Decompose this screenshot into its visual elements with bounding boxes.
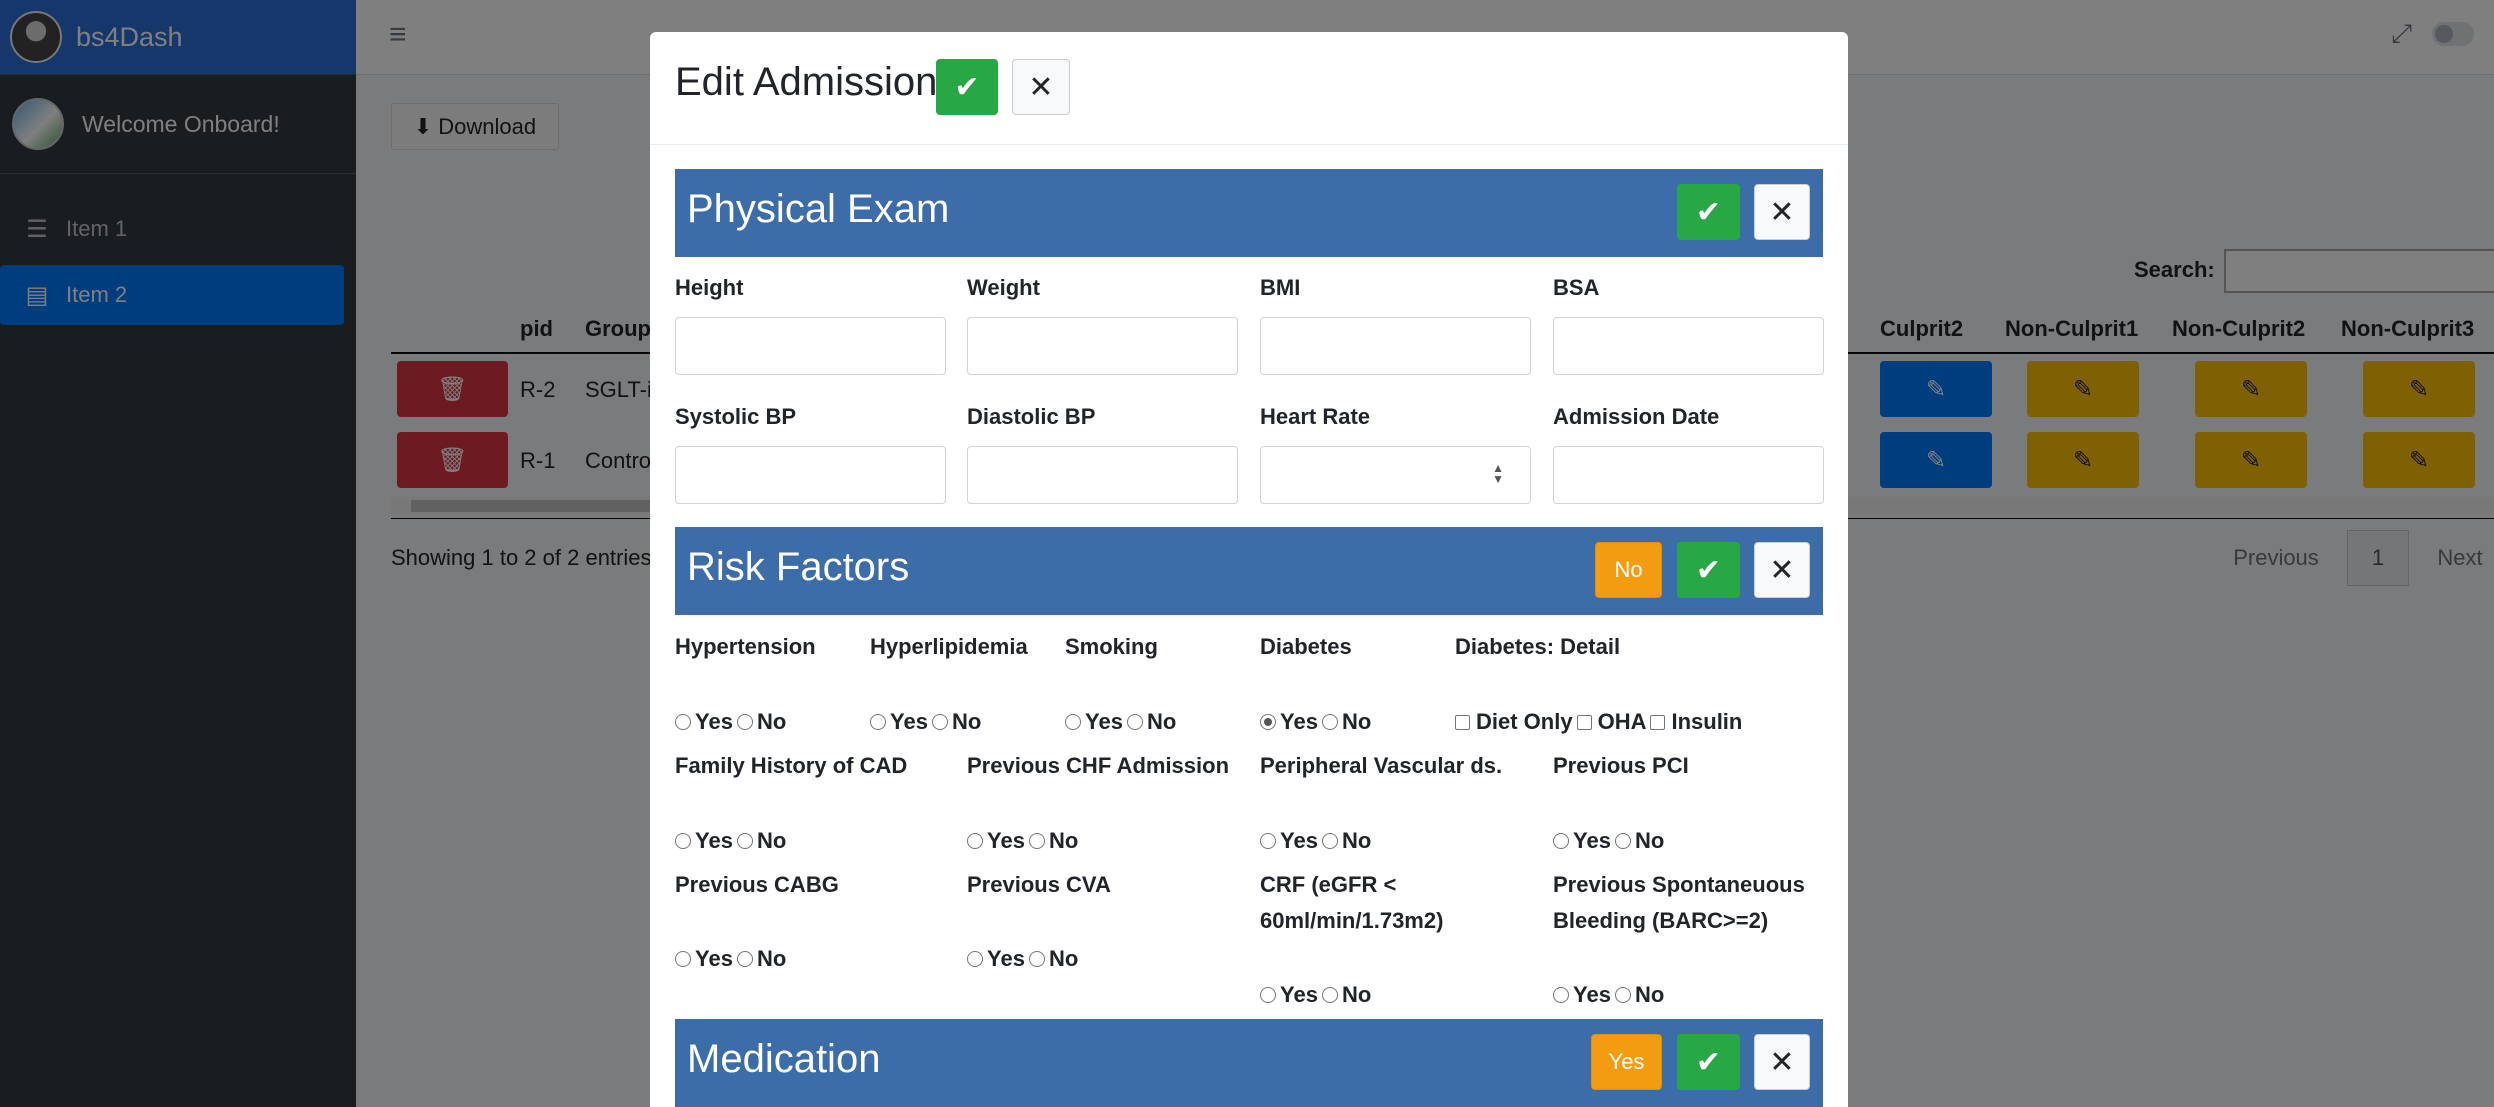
- no-radio[interactable]: [736, 833, 753, 849]
- previous-bleeding-radio-group: Yes No: [1553, 982, 1668, 1008]
- diabetes-detail-label: Diabetes: Detail: [1455, 634, 1621, 659]
- previous-chf-admission-label: Previous CHF Admission: [967, 753, 1230, 778]
- oha-checkbox[interactable]: [1576, 714, 1592, 730]
- save-button[interactable]: ✔: [936, 59, 998, 115]
- smoking-label: Smoking: [1065, 634, 1158, 659]
- yes-radio[interactable]: [675, 833, 691, 849]
- hypertension-radio-group: Yes No: [675, 709, 790, 735]
- no-radio[interactable]: [1614, 833, 1631, 849]
- hyperlipidemia-radio-group: Yes No: [870, 709, 985, 735]
- close-icon: ✕: [1769, 553, 1795, 587]
- previous-cva-label: Previous CVA: [967, 872, 1111, 897]
- yes-radio[interactable]: [1553, 833, 1569, 849]
- height-field[interactable]: [675, 317, 946, 375]
- bmi-label: BMI: [1260, 275, 1301, 300]
- edit-admission-modal: Edit Admission ✔ ✕ Physical Exam ✔ ✕ Hei…: [650, 32, 1848, 1107]
- no-radio[interactable]: [1028, 833, 1045, 849]
- no-radio[interactable]: [1321, 987, 1338, 1003]
- hyperlipidemia-label: Hyperlipidemia: [870, 634, 1028, 659]
- section-title: Medication: [687, 1037, 881, 1081]
- medication-header: Medication Yes ✔ ✕: [675, 1019, 1823, 1107]
- yes-radio[interactable]: [675, 951, 691, 967]
- diastolic-bp-label: Diastolic BP: [967, 404, 1096, 429]
- no-radio[interactable]: [931, 714, 948, 730]
- confirm-button[interactable]: ✔: [1677, 542, 1740, 598]
- no-radio[interactable]: [736, 951, 753, 967]
- yes-radio[interactable]: [1260, 714, 1276, 730]
- yes-radio[interactable]: [1260, 833, 1276, 849]
- bsa-field[interactable]: [1553, 317, 1824, 375]
- medication-toggle-button[interactable]: Yes: [1591, 1034, 1662, 1090]
- systolic-bp-field[interactable]: [675, 446, 946, 504]
- diabetes-detail-checkbox-group: Diet Only OHA Insulin: [1455, 709, 1746, 735]
- clear-button[interactable]: ✕: [1754, 1034, 1810, 1090]
- peripheral-vascular-radio-group: Yes No: [1260, 828, 1375, 854]
- risk-factors-header: Risk Factors No ✔ ✕: [675, 527, 1823, 615]
- clear-button[interactable]: ✕: [1754, 184, 1810, 240]
- diet-only-checkbox[interactable]: [1455, 714, 1470, 730]
- no-radio[interactable]: [736, 714, 753, 730]
- physical-exam-header: Physical Exam ✔ ✕: [675, 169, 1823, 257]
- previous-pci-label: Previous PCI: [1553, 753, 1689, 778]
- family-history-cad-radio-group: Yes No: [675, 828, 790, 854]
- close-button[interactable]: ✕: [1012, 59, 1070, 115]
- bsa-label: BSA: [1553, 275, 1600, 300]
- admission-date-label: Admission Date: [1553, 404, 1720, 429]
- yes-radio[interactable]: [675, 714, 691, 730]
- crf-label-line2: 60ml/min/1.73m2): [1260, 908, 1444, 933]
- section-title: Risk Factors: [687, 545, 910, 589]
- section-title: Physical Exam: [687, 187, 950, 231]
- close-icon: ✕: [1769, 195, 1795, 229]
- weight-field[interactable]: [967, 317, 1238, 375]
- bmi-field[interactable]: [1260, 317, 1531, 375]
- previous-bleeding-label: Previous Spontaneuous: [1553, 872, 1805, 897]
- peripheral-vascular-label: Peripheral Vascular ds.: [1260, 753, 1503, 778]
- yes-radio[interactable]: [1260, 987, 1276, 1003]
- heart-rate-field[interactable]: ▲ ▼: [1260, 446, 1531, 504]
- previous-cabg-label: Previous CABG: [675, 872, 839, 897]
- heart-rate-label: Heart Rate: [1260, 404, 1371, 429]
- yes-radio[interactable]: [870, 714, 886, 730]
- modal-header: Edit Admission ✔ ✕: [650, 32, 1848, 145]
- previous-cva-radio-group: Yes No: [967, 946, 1082, 972]
- weight-label: Weight: [967, 275, 1040, 300]
- diabetes-radio-group: Yes No: [1260, 709, 1375, 735]
- insulin-checkbox[interactable]: [1650, 714, 1666, 730]
- diastolic-bp-field[interactable]: [967, 446, 1238, 504]
- check-icon: ✔: [1695, 195, 1722, 229]
- crf-radio-group: Yes No: [1260, 982, 1375, 1008]
- check-icon: ✔: [954, 70, 980, 104]
- hypertension-label: Hypertension: [675, 634, 816, 659]
- previous-cabg-radio-group: Yes No: [675, 946, 790, 972]
- previous-chf-admission-radio-group: Yes No: [967, 828, 1082, 854]
- risk-factors-toggle-button[interactable]: No: [1595, 542, 1662, 598]
- check-icon: ✔: [1695, 553, 1722, 587]
- yes-radio[interactable]: [967, 833, 983, 849]
- yes-radio[interactable]: [967, 951, 983, 967]
- height-label: Height: [675, 275, 744, 300]
- no-radio[interactable]: [1028, 951, 1045, 967]
- systolic-bp-label: Systolic BP: [675, 404, 797, 429]
- yes-radio[interactable]: [1065, 714, 1081, 730]
- close-icon: ✕: [1028, 70, 1054, 104]
- confirm-button[interactable]: ✔: [1677, 1034, 1740, 1090]
- no-radio[interactable]: [1321, 714, 1338, 730]
- close-icon: ✕: [1769, 1045, 1795, 1079]
- crf-label: CRF (eGFR <: [1260, 872, 1397, 897]
- previous-bleeding-label-line2: Bleeding (BARC>=2): [1553, 908, 1769, 933]
- smoking-radio-group: Yes No: [1065, 709, 1180, 735]
- modal-title: Edit Admission: [675, 60, 938, 104]
- previous-pci-radio-group: Yes No: [1553, 828, 1668, 854]
- check-icon: ✔: [1695, 1045, 1722, 1079]
- admission-date-field[interactable]: [1553, 446, 1824, 504]
- no-radio[interactable]: [1126, 714, 1143, 730]
- family-history-cad-label: Family History of CAD: [675, 753, 908, 778]
- no-radio[interactable]: [1321, 833, 1338, 849]
- number-spinner-icon[interactable]: ▲ ▼: [1492, 462, 1504, 485]
- diabetes-label: Diabetes: [1260, 634, 1352, 659]
- yes-radio[interactable]: [1553, 987, 1569, 1003]
- clear-button[interactable]: ✕: [1754, 542, 1810, 598]
- confirm-button[interactable]: ✔: [1677, 184, 1740, 240]
- no-radio[interactable]: [1614, 987, 1631, 1003]
